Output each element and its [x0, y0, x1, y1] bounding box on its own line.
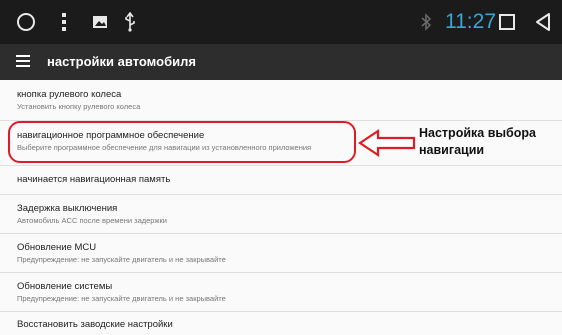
setting-system-update[interactable]: Обновление системы Предупреждение: не за…: [0, 272, 562, 312]
setting-subtitle: Установить кнопку рулевого колеса: [17, 102, 141, 111]
pointer-arrow-icon: [358, 128, 416, 158]
setting-title: Обновление MCU: [17, 242, 97, 253]
back-triangle-icon[interactable]: [533, 0, 553, 44]
menu-icon[interactable]: [16, 55, 30, 69]
setting-steering-wheel-button[interactable]: кнопка рулевого колеса Установить кнопку…: [0, 80, 562, 121]
settings-list: кнопка рулевого колеса Установить кнопку…: [0, 80, 562, 335]
usb-icon: [123, 0, 137, 44]
clock: 11:27: [445, 10, 496, 33]
page-title: настройки автомобиля: [47, 54, 196, 69]
setting-title: Обновление системы: [17, 281, 113, 292]
more-vert-icon[interactable]: [56, 0, 72, 44]
status-bar: 11:27: [0, 0, 562, 44]
setting-subtitle: Автомобиль ACC после времени задержки: [17, 216, 167, 225]
setting-title: Восстановить заводские настройки: [17, 319, 173, 330]
highlight-frame: [8, 121, 356, 163]
setting-mcu-update[interactable]: Обновление MCU Предупреждение: не запуск…: [0, 233, 562, 273]
bluetooth-icon: [418, 0, 434, 44]
setting-factory-reset[interactable]: Восстановить заводские настройки: [0, 311, 562, 335]
setting-subtitle: Предупреждение: не запускайте двигатель …: [17, 294, 226, 303]
annotation-label: Настройка выбора навигации: [419, 126, 536, 157]
recents-square-icon[interactable]: [496, 0, 518, 44]
app-bar: настройки автомобиля: [0, 44, 562, 80]
setting-navigation-memory[interactable]: начинается навигационная память: [0, 165, 562, 195]
home-circle-icon[interactable]: [14, 0, 38, 44]
setting-title: Задержка выключения: [17, 203, 118, 214]
setting-title: кнопка рулевого колеса: [17, 89, 122, 100]
setting-shutdown-delay[interactable]: Задержка выключения Автомобиль ACC после…: [0, 194, 562, 234]
setting-title: начинается навигационная память: [17, 174, 171, 185]
image-icon: [90, 0, 110, 44]
setting-subtitle: Предупреждение: не запускайте двигатель …: [17, 255, 226, 264]
